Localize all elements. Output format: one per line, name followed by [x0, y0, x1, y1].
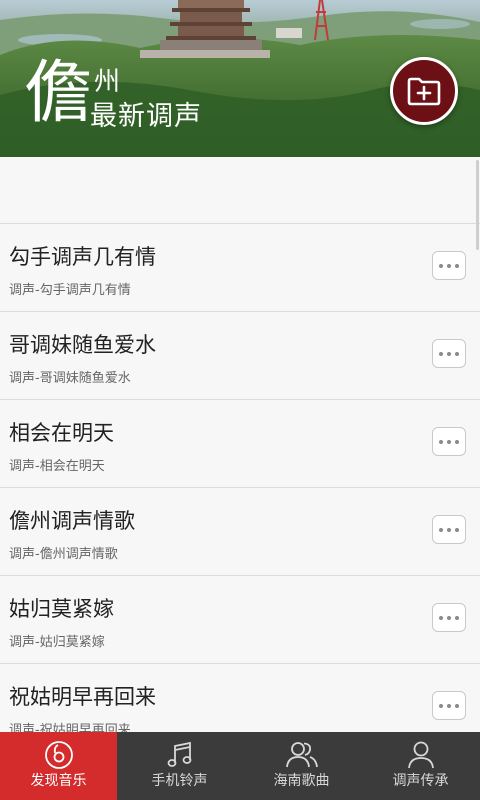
- tab-label: 调声传承: [392, 773, 449, 789]
- song-row[interactable]: 哥调妹随鱼爱水调声-哥调妹随鱼爱水: [0, 312, 480, 400]
- music-disc-icon: [44, 741, 73, 769]
- song-subtitle: 调声-勾手调声几有情: [9, 283, 131, 298]
- tab-label: 海南歌曲: [273, 773, 330, 789]
- users-icon: [285, 742, 318, 768]
- header-banner: 儋 州 最新调声: [0, 0, 480, 157]
- song-row[interactable]: 相会在明天调声-相会在明天: [0, 400, 480, 488]
- more-dot-icon: [447, 263, 451, 268]
- song-title: 姑归莫紧嫁: [9, 597, 114, 621]
- more-dot-icon: [455, 263, 459, 268]
- more-options-button[interactable]: [432, 603, 466, 632]
- more-dot-icon: [455, 527, 459, 532]
- more-dot-icon: [439, 351, 443, 356]
- song-title: 哥调妹随鱼爱水: [9, 333, 156, 357]
- tab-hainan-songs[interactable]: 海南歌曲: [242, 732, 361, 800]
- music-note-icon: [167, 741, 191, 767]
- song-title: 相会在明天: [9, 421, 114, 445]
- more-dot-icon: [439, 527, 443, 532]
- more-dot-icon: [439, 439, 443, 444]
- more-dot-icon: [439, 703, 443, 708]
- song-subtitle: 调声-姑归莫紧嫁: [9, 635, 105, 650]
- scrollbar[interactable]: [476, 160, 479, 250]
- song-title: 祝姑明早再回来: [9, 685, 156, 709]
- banner-subtitle: 最新调声: [90, 101, 202, 132]
- more-dot-icon: [455, 439, 459, 444]
- list-header-spacer: [0, 157, 480, 224]
- more-options-button[interactable]: [432, 427, 466, 456]
- more-options-button[interactable]: [432, 339, 466, 368]
- song-row[interactable]: 儋州调声情歌调声-儋州调声情歌: [0, 488, 480, 576]
- tab-ringtones[interactable]: 手机铃声: [117, 732, 242, 800]
- folder-plus-icon: [407, 77, 441, 106]
- tab-label: 发现音乐: [30, 773, 87, 789]
- song-row[interactable]: 姑归莫紧嫁调声-姑归莫紧嫁: [0, 576, 480, 664]
- more-options-button[interactable]: [432, 251, 466, 280]
- more-dot-icon: [447, 615, 451, 620]
- tab-diaosheng-heritage[interactable]: 调声传承: [361, 732, 480, 800]
- song-subtitle: 调声-儋州调声情歌: [9, 547, 118, 562]
- song-subtitle: 调声-相会在明天: [9, 459, 105, 474]
- more-dot-icon: [447, 703, 451, 708]
- song-row[interactable]: 祝姑明早再回来调声-祝姑明早再回来: [0, 664, 480, 732]
- more-dot-icon: [455, 351, 459, 356]
- more-dot-icon: [447, 351, 451, 356]
- more-dot-icon: [439, 263, 443, 268]
- more-dot-icon: [455, 615, 459, 620]
- tab-discover-music[interactable]: 发现音乐: [0, 732, 117, 800]
- banner-big-char: 儋: [24, 54, 92, 133]
- more-options-button[interactable]: [432, 515, 466, 544]
- more-dot-icon: [439, 615, 443, 620]
- song-list[interactable]: 勾手调声几有情 调声-勾手调声几有情 哥调妹随鱼爱水 调声-哥调妹随鱼爱水 相会在明天调…: [0, 157, 480, 732]
- bottom-nav: 发现音乐 手机铃声 海南歌曲 调声传承: [0, 732, 480, 800]
- song-row[interactable]: 勾手调声几有情调声-勾手调声几有情: [0, 224, 480, 312]
- more-dot-icon: [447, 527, 451, 532]
- tab-label: 手机铃声: [151, 773, 208, 789]
- more-dot-icon: [455, 703, 459, 708]
- user-icon: [407, 741, 434, 769]
- song-subtitle: 调声-哥调妹随鱼爱水: [9, 371, 131, 386]
- more-options-button[interactable]: [432, 691, 466, 720]
- add-folder-button[interactable]: [390, 57, 458, 125]
- song-subtitle: 调声-祝姑明早再回来: [9, 723, 131, 732]
- song-title: 勾手调声几有情: [9, 245, 156, 269]
- song-title: 儋州调声情歌: [9, 509, 135, 533]
- banner-small-char: 州: [94, 67, 121, 97]
- more-dot-icon: [447, 439, 451, 444]
